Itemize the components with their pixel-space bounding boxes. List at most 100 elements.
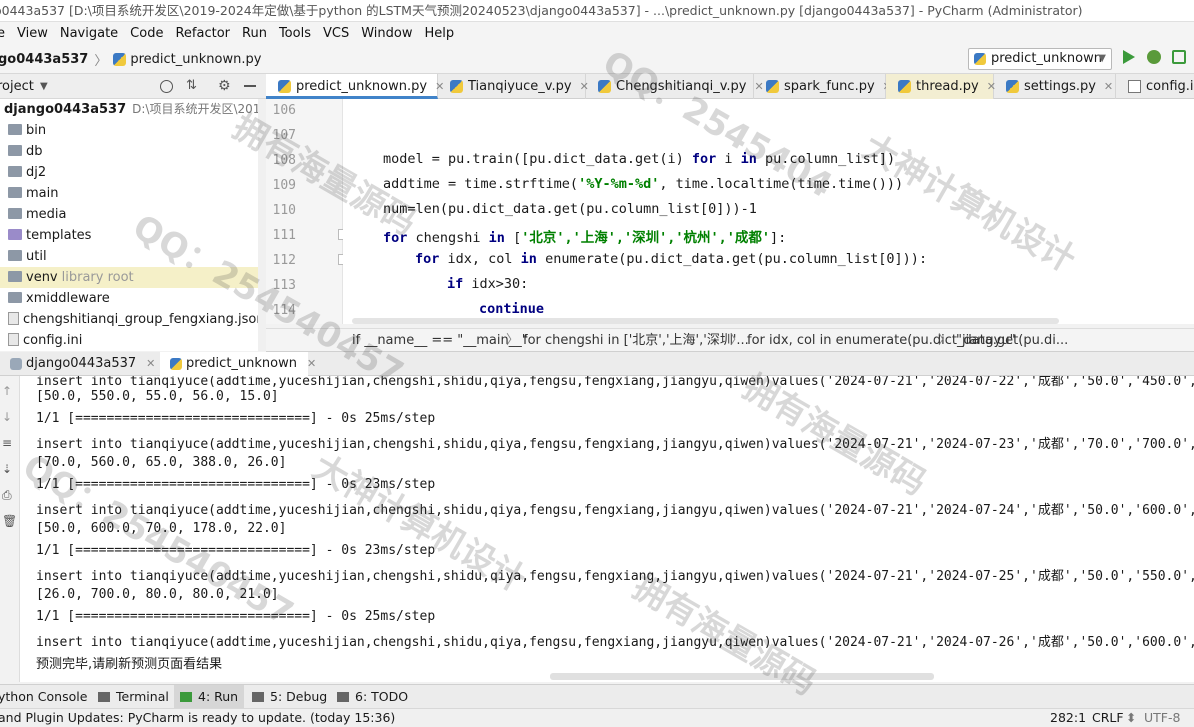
- tab-config-ini[interactable]: config.in: [1116, 74, 1194, 99]
- console-horizontal-scrollbar[interactable]: [550, 673, 934, 680]
- tree-item-bin[interactable]: bin: [8, 120, 46, 141]
- menu-window[interactable]: Window: [355, 22, 418, 45]
- tab-settings[interactable]: settings.py ✕: [994, 74, 1116, 99]
- breadcrumb-item[interactable]: if __name__ == "__main__": [352, 329, 528, 352]
- menu-edit-partial[interactable]: e: [0, 22, 11, 45]
- tab-chengshitianqi-v[interactable]: Chengshitianqi_v.py ✕: [586, 74, 764, 99]
- trash-icon[interactable]: 🗑: [2, 514, 17, 528]
- tool-window-terminal[interactable]: Terminal: [98, 685, 169, 709]
- breadcrumb-item[interactable]: "jiangyu": [956, 329, 1016, 352]
- tab-predict-unknown[interactable]: predict_unknown.py ✕: [266, 74, 444, 99]
- close-icon[interactable]: ✕: [1104, 80, 1113, 93]
- keyword: for: [415, 251, 440, 267]
- console-line: [26.0, 700.0, 80.0, 80.0, 21.0]: [36, 587, 279, 602]
- close-icon[interactable]: ✕: [146, 357, 155, 370]
- menu-view[interactable]: View: [11, 22, 54, 45]
- run-tab-predict-unknown[interactable]: predict_unknown ✕: [160, 352, 316, 376]
- python-file-icon: [1006, 80, 1019, 93]
- menu-refactor[interactable]: Refactor: [169, 22, 236, 45]
- chevron-updown-icon: ⬍: [1126, 710, 1137, 725]
- run-configuration-select[interactable]: predict_unknown ▼: [968, 48, 1112, 70]
- nav-file[interactable]: predict_unknown.py: [130, 52, 261, 67]
- debug-icon[interactable]: [1147, 50, 1161, 64]
- code-text: pu.column_list]): [756, 151, 896, 167]
- run-console[interactable]: insert into tianqiyuce(addtime,yuceshiji…: [20, 376, 1194, 682]
- menu-navigate[interactable]: Navigate: [54, 22, 124, 45]
- tree-item-xmiddleware[interactable]: xmiddleware: [8, 288, 110, 309]
- menu-bar: e View Navigate Code Refactor Run Tools …: [0, 22, 1194, 45]
- tree-scrollbar[interactable]: [258, 99, 266, 351]
- code-text: , time.localtime(time.time())): [659, 176, 904, 192]
- tree-root[interactable]: django0443a537 D:\项目系统开发区\2019-20: [4, 99, 266, 120]
- tree-item-dj2[interactable]: dj2: [8, 162, 46, 183]
- tree-item-venv[interactable]: venv library root: [0, 267, 258, 288]
- collapse-all-icon[interactable]: ⇅: [186, 79, 197, 93]
- status-bar: and Plugin Updates: PyCharm is ready to …: [0, 708, 1194, 727]
- menu-code[interactable]: Code: [124, 22, 169, 45]
- tree-item-config-ini[interactable]: config.ini: [8, 330, 82, 351]
- code-text: ]:: [770, 230, 787, 246]
- breadcrumb-item[interactable]: for idx, col in enumerate(pu.dict_data.g…: [747, 329, 1068, 352]
- console-line: 预测完毕,请刷新预测页面看结果: [36, 657, 223, 672]
- tab-tianqiyuce-v[interactable]: Tianqiyuce_v.py ✕: [438, 74, 589, 99]
- tree-item-media[interactable]: media: [8, 204, 67, 225]
- tool-window-python-console[interactable]: ython Console: [0, 685, 87, 709]
- close-icon[interactable]: ✕: [307, 357, 316, 370]
- chevron-down-icon[interactable]: ▼: [40, 74, 48, 99]
- tool-window-debug[interactable]: 5: Debug: [252, 685, 327, 709]
- run-tab-label: predict_unknown: [186, 356, 297, 371]
- print-icon[interactable]: ⎙: [2, 488, 16, 502]
- breadcrumb-separator: 〉: [730, 333, 744, 348]
- tool-window-label: ython Console: [0, 689, 88, 704]
- keyword: in: [488, 230, 505, 246]
- breadcrumb-separator: 〉: [938, 333, 952, 348]
- menu-tools[interactable]: Tools: [273, 22, 317, 45]
- gear-icon[interactable]: ⚙: [218, 74, 231, 99]
- tab-spark-func[interactable]: spark_func.py✕: [754, 74, 892, 99]
- tab-label: Chengshitianqi_v.py: [616, 79, 747, 94]
- tab-thread[interactable]: thread.py ✕: [886, 74, 996, 99]
- keyword: continue: [479, 301, 545, 317]
- editor-horizontal-scrollbar[interactable]: [352, 318, 1059, 324]
- tree-item-db[interactable]: db: [8, 141, 43, 162]
- project-panel-title[interactable]: roject: [0, 74, 34, 99]
- tree-item-templates[interactable]: templates: [8, 225, 91, 246]
- locate-icon[interactable]: [160, 80, 173, 93]
- file-encoding[interactable]: UTF-8: [1144, 709, 1180, 727]
- navigation-bar: go0443a537 〉 predict_unknown.py predict_…: [0, 45, 1194, 74]
- status-message[interactable]: and Plugin Updates: PyCharm is ready to …: [0, 709, 395, 727]
- menu-vcs[interactable]: VCS: [317, 22, 355, 45]
- code-editor[interactable]: model = pu.train([pu.dict_data.get(i) fo…: [343, 99, 1194, 324]
- tab-label: thread.py: [916, 79, 979, 94]
- tool-window-todo[interactable]: 6: TODO: [337, 685, 408, 709]
- tree-item-json-file[interactable]: chengshitianqi_group_fengxiang.json: [8, 309, 265, 330]
- down-arrow-icon[interactable]: ↓: [2, 410, 16, 424]
- tool-window-label: 4: Run: [198, 689, 239, 704]
- console-line: 1/1 [==============================] - 0…: [36, 411, 436, 426]
- tool-window-run[interactable]: 4: Run: [174, 685, 245, 709]
- soft-wrap-icon[interactable]: ≡: [2, 436, 16, 450]
- console-line: insert into tianqiyuce(addtime,yuceshiji…: [36, 376, 1194, 389]
- window-titlebar: o0443a537 [D:\项目系统开发区\2019-2024年定做\基于pyt…: [0, 0, 1194, 22]
- hide-icon[interactable]: [244, 85, 256, 87]
- breadcrumb-item[interactable]: for chengshi in ['北京','上海','深圳'...: [523, 329, 749, 352]
- code-line-110: num=len(pu.dict_data.get(pu.column_list[…: [383, 201, 757, 217]
- run-tab-django[interactable]: django0443a537 ✕: [0, 352, 160, 376]
- line-number: 110: [272, 203, 296, 218]
- python-file-icon: [450, 80, 463, 93]
- run-icon[interactable]: [1123, 50, 1135, 64]
- tree-item-util[interactable]: util: [8, 246, 47, 267]
- tree-item-main[interactable]: main: [8, 183, 58, 204]
- keyword: in: [520, 251, 537, 267]
- caret-position[interactable]: 282:1: [1050, 709, 1086, 727]
- line-number: 112: [272, 253, 296, 268]
- scroll-to-end-icon[interactable]: ⇣: [2, 462, 16, 476]
- line-separator[interactable]: CRLF: [1092, 709, 1124, 727]
- folder-icon: [8, 250, 22, 261]
- folder-icon: [8, 271, 22, 282]
- menu-run[interactable]: Run: [236, 22, 273, 45]
- up-arrow-icon[interactable]: ↑: [2, 384, 16, 398]
- nav-project-root[interactable]: go0443a537: [0, 52, 88, 67]
- menu-help[interactable]: Help: [418, 22, 460, 45]
- coverage-icon[interactable]: [1172, 50, 1186, 64]
